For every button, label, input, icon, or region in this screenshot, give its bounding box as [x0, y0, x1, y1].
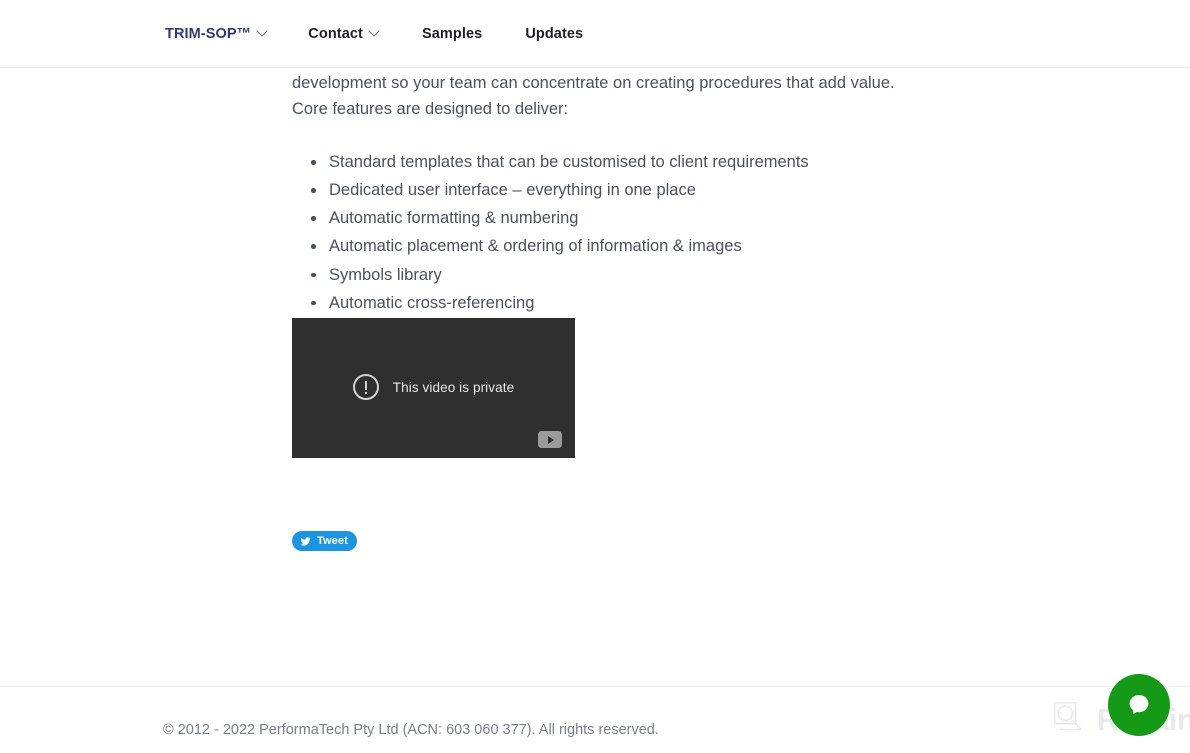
site-footer: © 2012 - 2022 PerformaTech Pty Ltd (ACN:…: [0, 686, 1190, 753]
youtube-play-icon[interactable]: [538, 431, 562, 448]
list-item: Standard templates that can be customise…: [311, 151, 892, 174]
chat-bubble-icon: [1129, 695, 1149, 715]
list-item: Automatic cross-referencing: [311, 292, 892, 315]
primary-navigation: TRIM-SOP™ Contact Samples Updates: [165, 20, 626, 48]
video-unavailable-message: This video is private: [292, 374, 575, 400]
intro-paragraph: development so your team can concentrate…: [292, 68, 895, 122]
tweet-button-label: Tweet: [317, 535, 348, 547]
copyright-text: © 2012 - 2022 PerformaTech Pty Ltd (ACN:…: [163, 722, 659, 738]
exclamation-circle-icon: [352, 374, 379, 400]
features-list: Standard templates that can be customise…: [292, 151, 892, 343]
twitter-bird-icon: [300, 536, 311, 546]
nav-item-contact[interactable]: Contact: [308, 20, 379, 48]
nav-item-samples[interactable]: Samples: [422, 20, 482, 48]
list-item: Automatic formatting & numbering: [311, 207, 892, 230]
chevron-down-icon: [258, 27, 267, 36]
tweet-button[interactable]: Tweet: [292, 531, 357, 551]
chevron-down-icon: [370, 27, 379, 36]
chat-widget-button[interactable]: [1108, 674, 1170, 736]
nav-item-label: Updates: [525, 25, 584, 42]
nav-item-label: Samples: [421, 25, 483, 42]
intro-paragraph-line-1: development so your team can concentrate…: [292, 74, 895, 92]
video-message-text: This video is private: [392, 379, 515, 395]
list-item: Automatic placement & ordering of inform…: [311, 235, 892, 258]
play-triangle-icon: [548, 435, 554, 444]
nav-item-updates[interactable]: Updates: [525, 20, 583, 48]
nav-item-trim-sop[interactable]: TRIM-SOP™: [165, 20, 267, 48]
list-item: Dedicated user interface – everything in…: [311, 179, 892, 202]
nav-item-label: TRIM-SOP™: [165, 25, 252, 42]
main-content: development so your team can concentrate…: [292, 68, 895, 551]
intro-paragraph-line-2: Core features are designed to deliver:: [292, 100, 569, 119]
nav-item-label: Contact: [308, 25, 363, 42]
youtube-video-embed[interactable]: This video is private: [292, 318, 575, 458]
site-header: TRIM-SOP™ Contact Samples Updates: [0, 0, 1190, 68]
list-item: Symbols library: [311, 264, 892, 287]
